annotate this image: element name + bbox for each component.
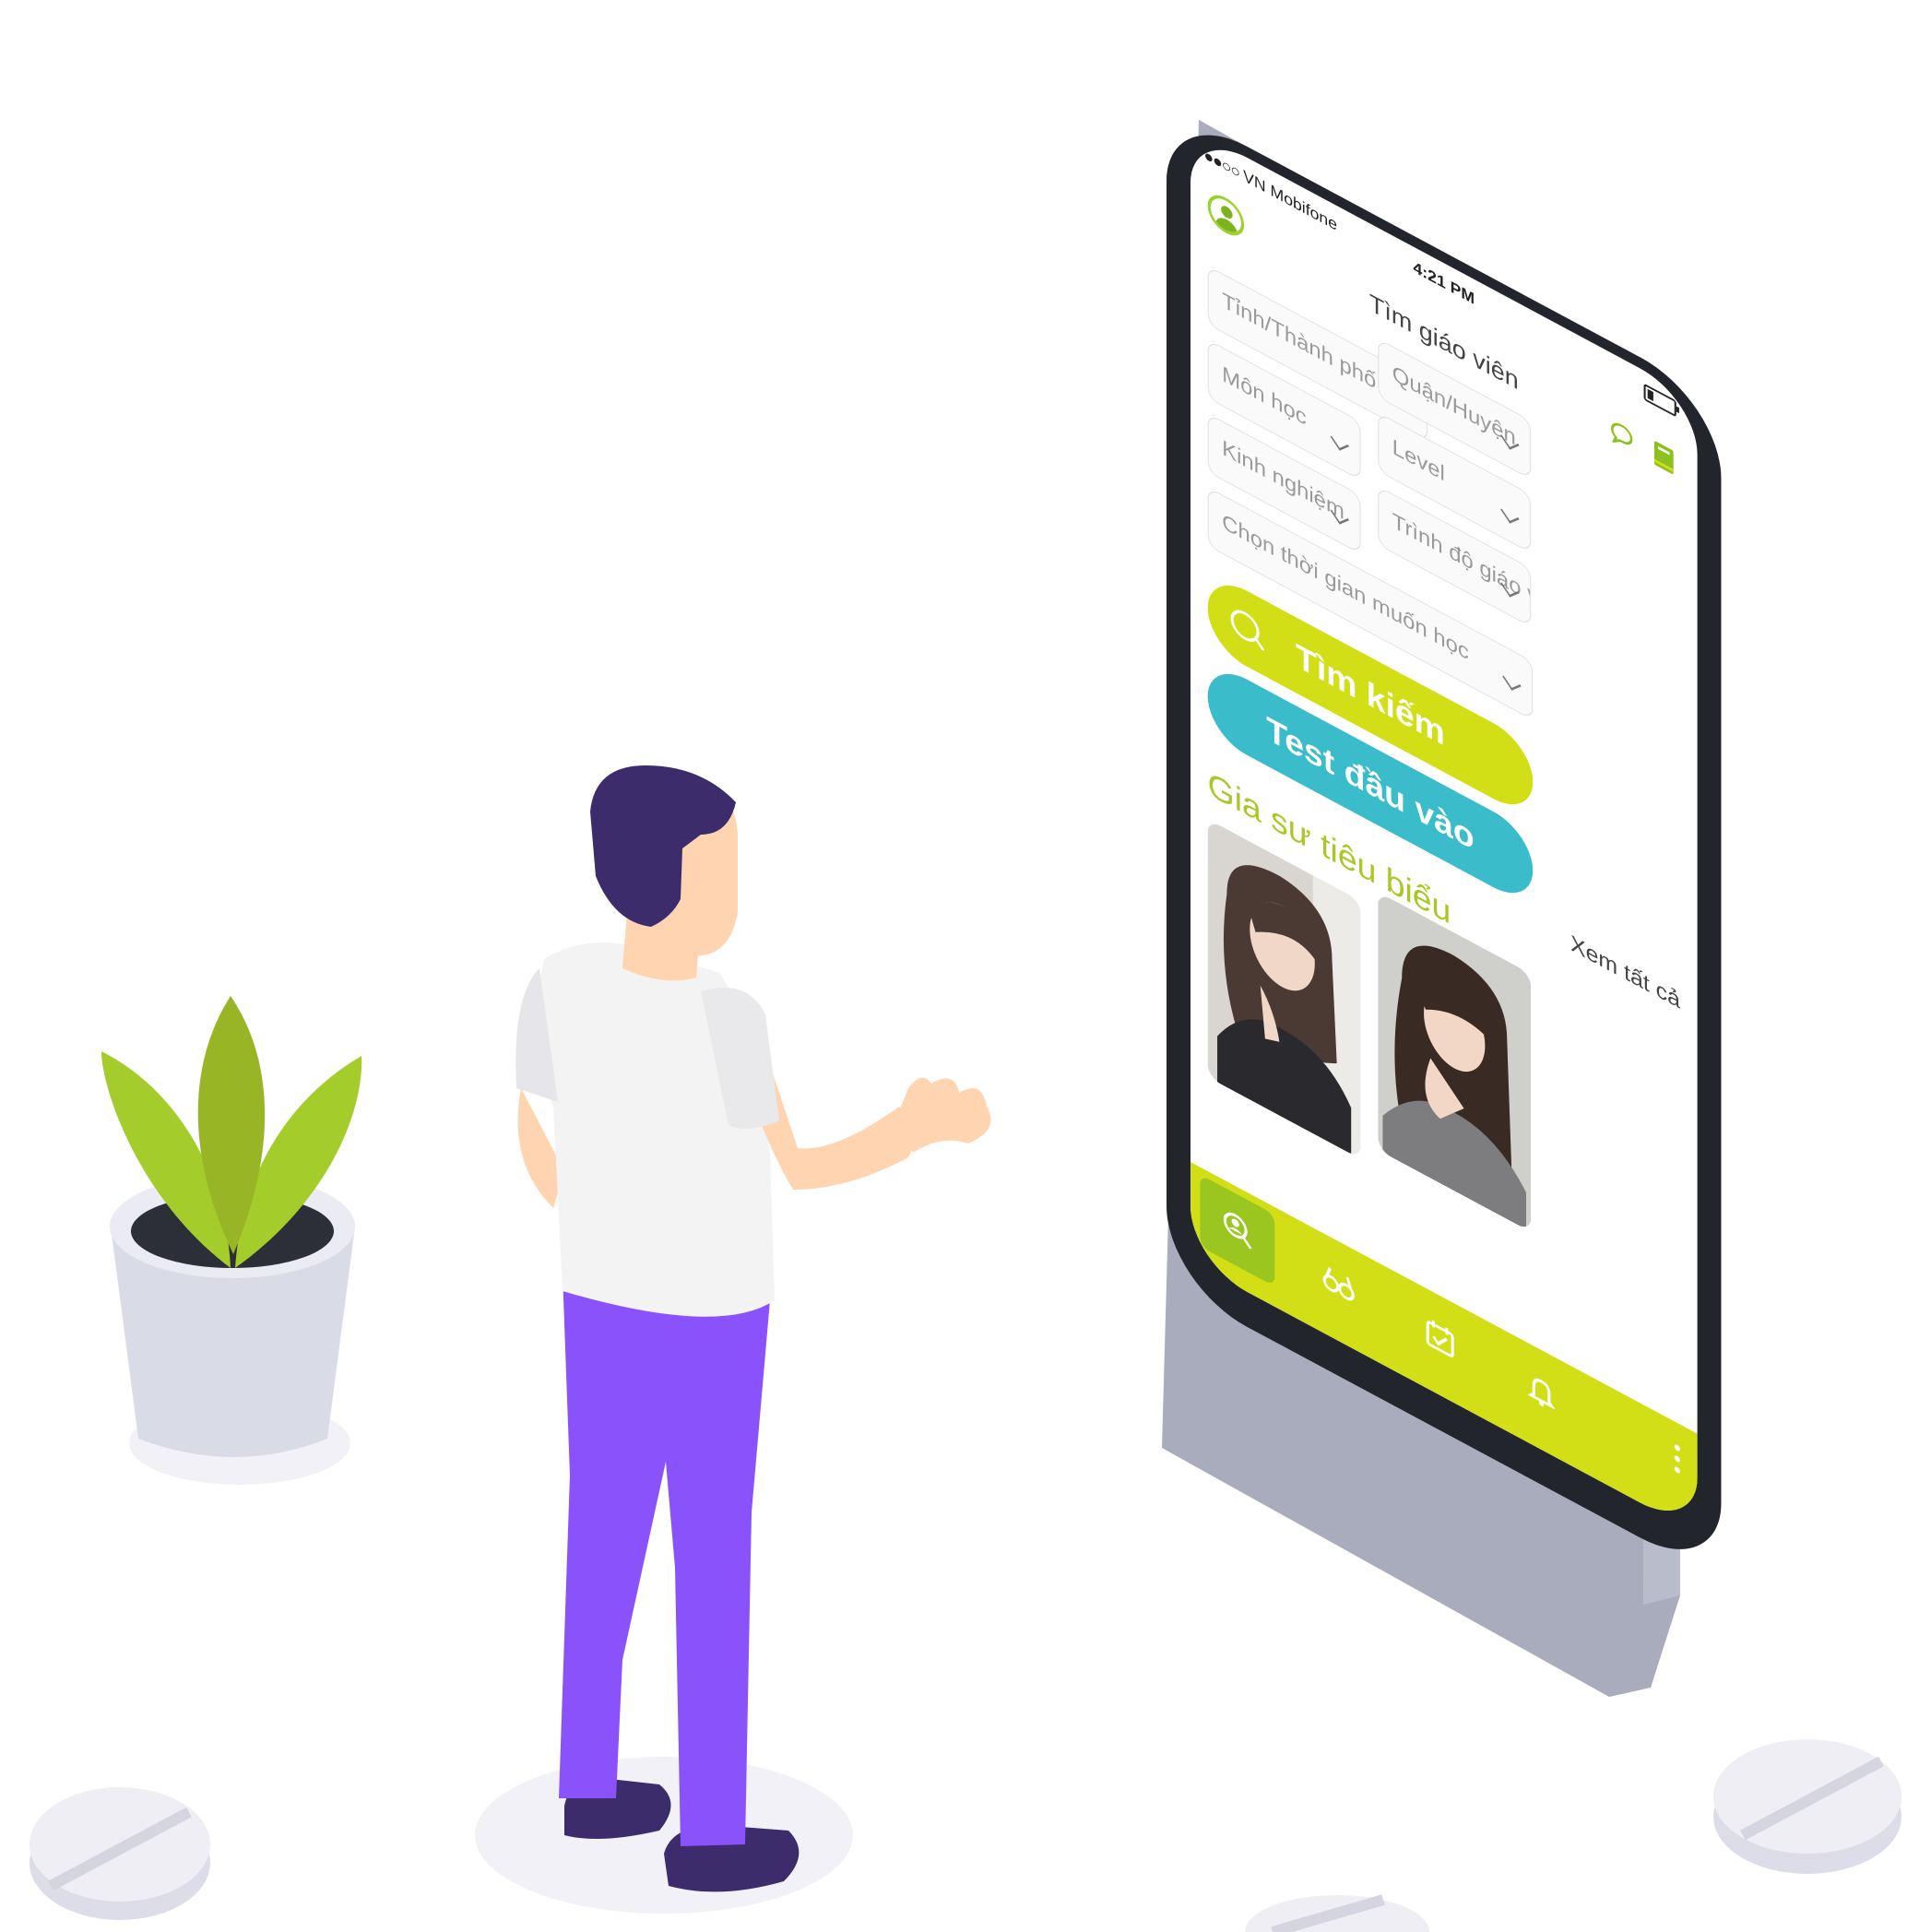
tutor-photo: [1378, 891, 1532, 1232]
see-all-link[interactable]: Xem tất cả: [1570, 930, 1680, 1015]
pill-left: [30, 1787, 210, 1920]
chevron-down-icon: [1330, 505, 1350, 525]
level-dropdown-label: Level: [1392, 433, 1445, 486]
person-shadow: [475, 1757, 853, 1914]
person-figure: [515, 765, 991, 1892]
chevron-down-icon: [1500, 504, 1520, 524]
user-search-icon: [1223, 1212, 1252, 1250]
tab-schedule[interactable]: [1403, 1283, 1477, 1394]
tab-notifications[interactable]: [1504, 1337, 1579, 1449]
glasses-icon: [1322, 1266, 1355, 1301]
potted-plant: [101, 996, 362, 1457]
tutor-card[interactable]: [1378, 891, 1532, 1232]
tab-glasses[interactable]: [1301, 1228, 1376, 1340]
chevron-down-icon: [1502, 671, 1522, 691]
pill-bottom: [1245, 1894, 1429, 1932]
battery-icon: [1643, 383, 1676, 418]
tab-find-tutor[interactable]: [1200, 1174, 1275, 1286]
chevron-down-icon: [1330, 432, 1350, 451]
search-icon: [1230, 604, 1260, 648]
pill-right: [1713, 1739, 1901, 1874]
calendar-check-icon: [1426, 1320, 1454, 1357]
bell-icon: [1527, 1378, 1556, 1410]
more-vertical-icon[interactable]: [1674, 1443, 1680, 1479]
chevron-down-icon: [1500, 431, 1520, 450]
illustration-stage: ●●○○VN Mobifone 4:21 PM Tìm giáo viên Tỉ…: [0, 0, 1919, 1932]
subject-dropdown-label: Môn học: [1222, 361, 1307, 431]
